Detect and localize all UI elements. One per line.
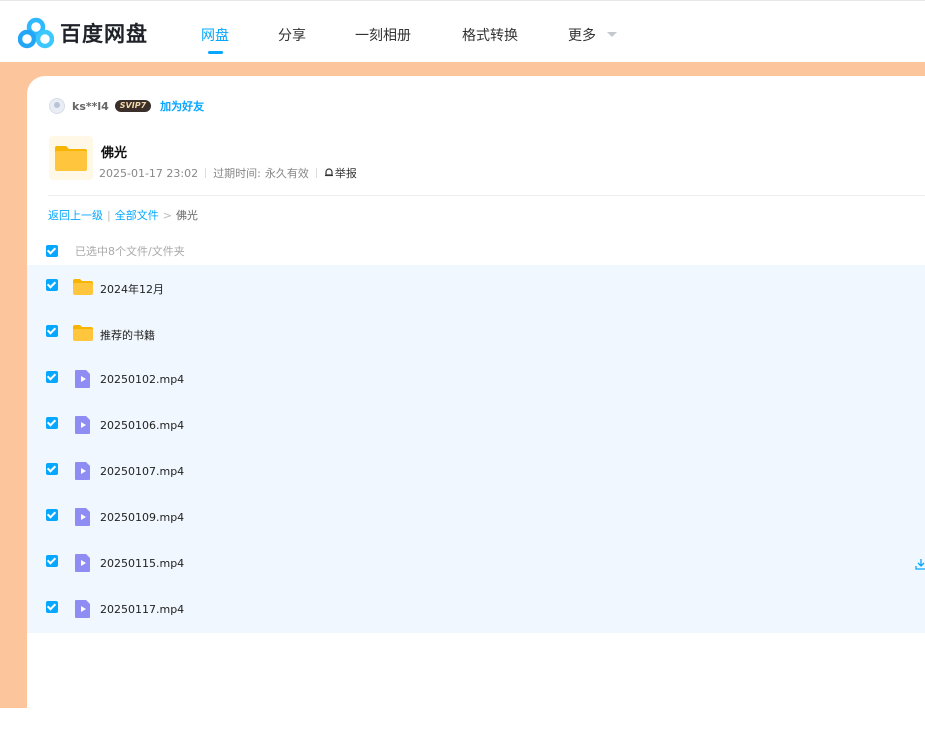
report-label: 举报	[334, 167, 357, 180]
folder-icon	[72, 277, 94, 301]
expiry-label: 过期时间:	[213, 167, 261, 180]
file-row[interactable]: 20250106.mp4	[27, 403, 925, 449]
alarm-icon	[324, 167, 335, 180]
video-file-icon	[72, 415, 94, 439]
nav-item-format-convert[interactable]: 格式转换	[462, 25, 518, 45]
select-all-checkbox[interactable]	[46, 245, 58, 257]
file-name[interactable]: 20250107.mp4	[100, 465, 184, 478]
meta-divider	[205, 168, 207, 178]
video-file-icon	[72, 599, 94, 623]
nav-item-more[interactable]: 更多	[568, 25, 596, 45]
avatar[interactable]	[49, 98, 65, 114]
nav-item-share[interactable]: 分享	[278, 25, 306, 45]
nav-item-netdisk[interactable]: 网盘	[201, 25, 229, 45]
baidu-netdisk-logo[interactable]: 百度网盘	[18, 17, 148, 49]
breadcrumb-divider: |	[107, 208, 111, 222]
share-meta: 2025-01-17 23:02 过期时间: 永久有效 举报	[99, 165, 357, 181]
header-divider	[48, 195, 925, 196]
nav-item-album[interactable]: 一刻相册	[355, 25, 411, 45]
file-row[interactable]: 20250102.mp4	[27, 357, 925, 403]
download-icon[interactable]	[915, 555, 925, 574]
share-title: 佛光	[101, 146, 128, 161]
back-link[interactable]: 返回上一级	[48, 207, 103, 223]
row-checkbox[interactable]	[46, 555, 58, 567]
file-row[interactable]: 20250107.mp4	[27, 449, 925, 495]
row-checkbox[interactable]	[46, 325, 58, 337]
current-folder: 佛光	[175, 209, 198, 222]
video-file-icon	[72, 507, 94, 531]
selection-summary: 已选中8个文件/文件夹	[46, 243, 185, 259]
svip-badge: SVIP7	[114, 100, 152, 112]
chevron-down-icon[interactable]	[607, 32, 617, 37]
file-name[interactable]: 推荐的书籍	[100, 327, 155, 343]
nav-active-indicator	[208, 51, 223, 54]
file-name[interactable]: 20250115.mp4	[100, 557, 184, 570]
video-file-icon	[72, 369, 94, 393]
sharer-username: ks**l4	[72, 99, 109, 113]
report-button[interactable]: 举报	[324, 165, 357, 181]
selection-text: 已选中8个文件/文件夹	[75, 245, 185, 258]
file-row[interactable]: 20250117.mp4	[27, 587, 925, 633]
all-files-link[interactable]: 全部文件	[115, 207, 159, 223]
expiry-value: 永久有效	[264, 167, 309, 180]
share-date: 2025-01-17 23:02	[99, 166, 199, 180]
row-checkbox[interactable]	[46, 371, 58, 383]
breadcrumb-separator: >	[162, 208, 172, 222]
top-navigation-bar: 百度网盘 网盘 分享 一刻相册 格式转换 更多	[0, 0, 925, 62]
file-name[interactable]: 20250109.mp4	[100, 511, 184, 524]
share-folder-icon	[49, 136, 93, 180]
sharer-info: ks**l4 SVIP7 加为好友	[49, 97, 204, 115]
breadcrumb: 返回上一级 | 全部文件 > 佛光	[48, 207, 198, 223]
file-list: 2024年12月 推荐的书籍 20250102.mp4 20250106.mp4…	[27, 265, 925, 633]
row-checkbox[interactable]	[46, 463, 58, 475]
row-checkbox[interactable]	[46, 417, 58, 429]
add-friend-link[interactable]: 加为好友	[160, 98, 204, 114]
file-row[interactable]: 20250109.mp4	[27, 495, 925, 541]
file-name[interactable]: 20250106.mp4	[100, 419, 184, 432]
video-file-icon	[72, 461, 94, 485]
file-name[interactable]: 20250117.mp4	[100, 603, 184, 616]
row-checkbox[interactable]	[46, 601, 58, 613]
netdisk-logo-icon	[18, 17, 54, 49]
brand-name: 百度网盘	[60, 22, 148, 46]
file-row[interactable]: 2024年12月	[27, 265, 925, 311]
row-checkbox[interactable]	[46, 279, 58, 291]
row-checkbox[interactable]	[46, 509, 58, 521]
file-row[interactable]: 推荐的书籍	[27, 311, 925, 357]
folder-icon	[72, 323, 94, 347]
file-name[interactable]: 2024年12月	[100, 281, 164, 297]
meta-divider	[315, 168, 317, 178]
video-file-icon	[72, 553, 94, 577]
file-name[interactable]: 20250102.mp4	[100, 373, 184, 386]
file-row[interactable]: 20250115.mp4	[27, 541, 925, 587]
